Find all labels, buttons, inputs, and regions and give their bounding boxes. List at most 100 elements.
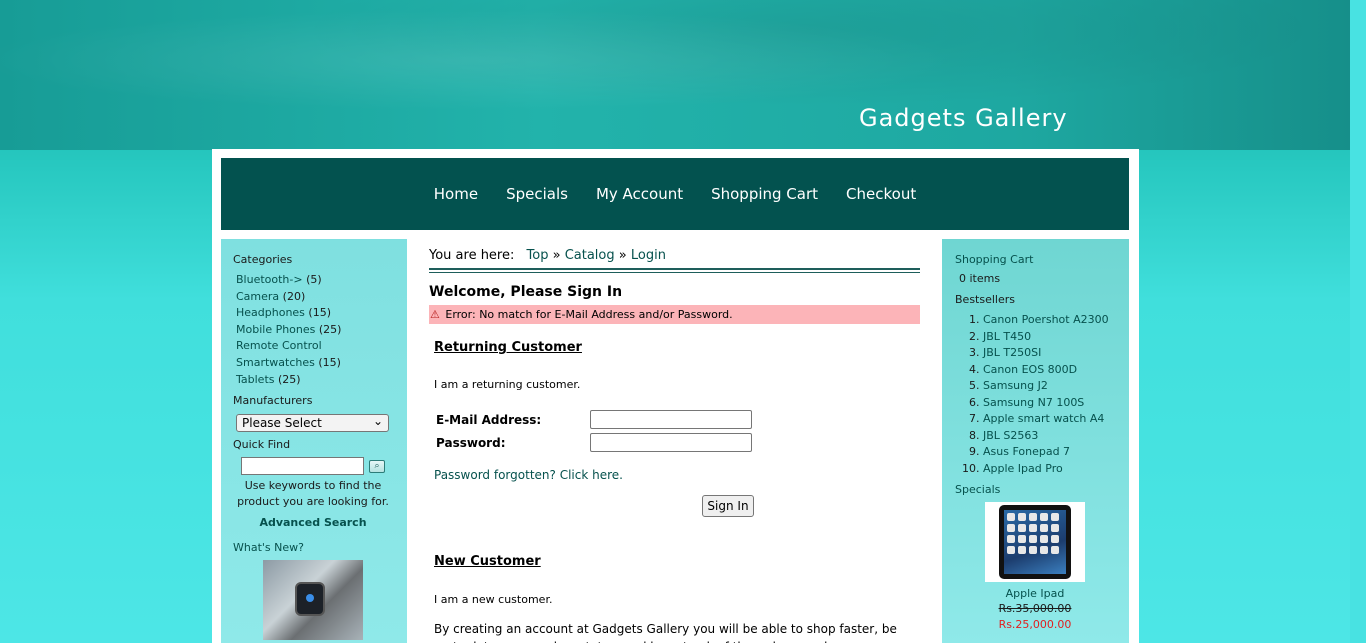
nav-home[interactable]: Home (434, 185, 478, 203)
bestseller-link[interactable]: JBL S2563 (983, 429, 1038, 442)
quickfind-row: ⌕ (241, 457, 407, 476)
login-form: E-Mail Address: Password: (429, 408, 920, 454)
bestseller-item: 7. Apple smart watch A4 (969, 412, 1105, 425)
tablet-icon (999, 505, 1071, 579)
bestsellers-title: Bestsellers (955, 293, 1015, 306)
breadcrumb-top[interactable]: Top (527, 248, 549, 263)
specials-title: Specials (955, 483, 1129, 496)
category-count: (15) (308, 306, 332, 320)
category-count: (25) (318, 322, 342, 336)
search-icon[interactable]: ⌕ (369, 459, 385, 473)
cart-items: 0 items (959, 272, 1001, 285)
category-link[interactable]: Tablets (236, 373, 275, 386)
special-product-image[interactable] (985, 502, 1085, 582)
password-field[interactable] (590, 433, 752, 452)
password-label: Password: (436, 435, 506, 450)
chevron-down-icon: ⌄ (372, 414, 383, 429)
categories-title: Categories (233, 253, 293, 266)
bestseller-item: 1. Canon Poershot A2300 (969, 313, 1109, 326)
bestseller-item: 3. JBL T250SI (969, 346, 1042, 359)
password-forgotten-link[interactable]: Password forgotten? Click here. (434, 468, 623, 482)
category-count: (15) (318, 355, 341, 369)
category-item: Mobile Phones (25) (236, 322, 407, 339)
category-link[interactable]: Mobile Phones (236, 323, 315, 336)
breadcrumb-separator: » (618, 248, 627, 263)
bestseller-link[interactable]: Asus Fonepad 7 (983, 445, 1070, 458)
breadcrumb-separator: » (552, 248, 561, 263)
shopping-cart-link[interactable]: Shopping Cart (955, 253, 1033, 266)
watch-screen-dot (306, 594, 314, 603)
warning-icon: ⚠ (430, 308, 440, 321)
breadcrumb-login[interactable]: Login (631, 248, 666, 263)
new-customer-paragraph: By creating an account at Gadgets Galler… (434, 622, 897, 643)
page-scroll-strip (1350, 0, 1366, 643)
category-count: (20) (282, 289, 306, 303)
bestsellers-list: 1. Canon Poershot A2300 2. JBL T450 3. J… (962, 312, 1129, 477)
category-link[interactable]: Smartwatches (236, 356, 315, 369)
whats-new-link[interactable]: What's New? (233, 541, 304, 554)
category-item: Headphones (15) (236, 305, 407, 322)
email-row: E-Mail Address: (436, 408, 920, 431)
sign-in-button[interactable]: Sign In (702, 495, 754, 517)
advanced-search-link[interactable]: Advanced Search (233, 516, 393, 529)
manufacturers-select[interactable]: Please Select ⌄ (236, 414, 389, 433)
bestseller-link[interactable]: Apple Ipad Pro (983, 462, 1063, 475)
category-link[interactable]: Bluetooth-> (236, 273, 303, 286)
left-sidebar: Categories Bluetooth-> (5) Camera (20) H… (221, 239, 407, 643)
category-item: Smartwatches (15) (236, 355, 407, 372)
breadcrumb-catalog[interactable]: Catalog (565, 248, 615, 263)
header-background (0, 0, 1350, 150)
page-title: Welcome, Please Sign In (429, 284, 623, 300)
new-customer-title: New Customer (434, 554, 541, 569)
returning-customer-text: I am a returning customer. (434, 378, 581, 391)
error-message: ⚠ Error: No match for E-Mail Address and… (429, 305, 920, 324)
app-icons (1007, 513, 1063, 554)
quickfind-help-text: Use keywords to find the product you are… (237, 479, 389, 509)
bestseller-link[interactable]: JBL T250SI (983, 346, 1041, 359)
category-item: Tablets (25) (236, 372, 407, 389)
nav-specials[interactable]: Specials (506, 185, 568, 203)
bestseller-item: 10. Apple Ipad Pro (962, 461, 1063, 475)
smartwatch-face (295, 582, 325, 617)
bestseller-link[interactable]: JBL T450 (983, 330, 1031, 343)
breadcrumb-label: You are here: (429, 248, 515, 263)
quickfind-input[interactable] (241, 457, 364, 476)
bestseller-link[interactable]: Samsung J2 (983, 379, 1048, 392)
main-content: You are here: Top » Catalog » Login Welc… (429, 248, 920, 643)
category-item: Remote Control (236, 338, 407, 355)
whats-new-title: What's New? (233, 541, 407, 554)
category-count: (25) (278, 372, 301, 386)
whats-new-product-image[interactable] (263, 560, 363, 641)
bestseller-item: 4. Canon EOS 800D (969, 362, 1078, 376)
returning-customer-title: Returning Customer (434, 340, 582, 355)
main-navbar: Home Specials My Account Shopping Cart C… (221, 158, 1129, 230)
category-link[interactable]: Camera (236, 290, 279, 303)
special-new-price: Rs.25,000.00 (998, 618, 1072, 631)
nav-my-account[interactable]: My Account (596, 185, 683, 203)
bestseller-item: 8. JBL S2563 (969, 428, 1039, 442)
manufacturers-title: Manufacturers (233, 394, 313, 408)
bestseller-link[interactable]: Samsung N7 100S (983, 396, 1084, 409)
site-title: Gadgets Gallery (859, 104, 1068, 132)
shopping-cart-title: Shopping Cart (955, 253, 1129, 266)
special-product-name: Apple Ipad (955, 587, 1115, 600)
bestseller-link[interactable]: Canon EOS 800D (983, 363, 1077, 376)
categories-list: Bluetooth-> (5) Camera (20) Headphones (… (236, 272, 407, 388)
email-label: E-Mail Address: (436, 412, 542, 427)
email-field[interactable] (590, 410, 752, 429)
nav-shopping-cart[interactable]: Shopping Cart (711, 185, 818, 203)
category-count: (5) (306, 273, 322, 286)
breadcrumb: You are here: Top » Catalog » Login (429, 248, 920, 273)
nav-checkout[interactable]: Checkout (846, 185, 916, 203)
category-link[interactable]: Headphones (236, 306, 305, 319)
advanced-search-label[interactable]: Advanced Search (259, 516, 366, 529)
bestseller-item: 5. Samsung J2 (969, 379, 1048, 392)
manufacturers-selected-value: Please Select (242, 416, 322, 431)
specials-link[interactable]: Specials (955, 483, 1000, 496)
bestseller-link[interactable]: Apple smart watch A4 (983, 412, 1104, 425)
special-product-link[interactable]: Apple Ipad (1006, 587, 1065, 600)
category-link[interactable]: Remote Control (236, 339, 322, 352)
bestseller-link[interactable]: Canon Poershot A2300 (983, 313, 1109, 326)
password-forgotten: Password forgotten? Click here. (434, 468, 920, 482)
quickfind-title: Quick Find (233, 438, 291, 452)
